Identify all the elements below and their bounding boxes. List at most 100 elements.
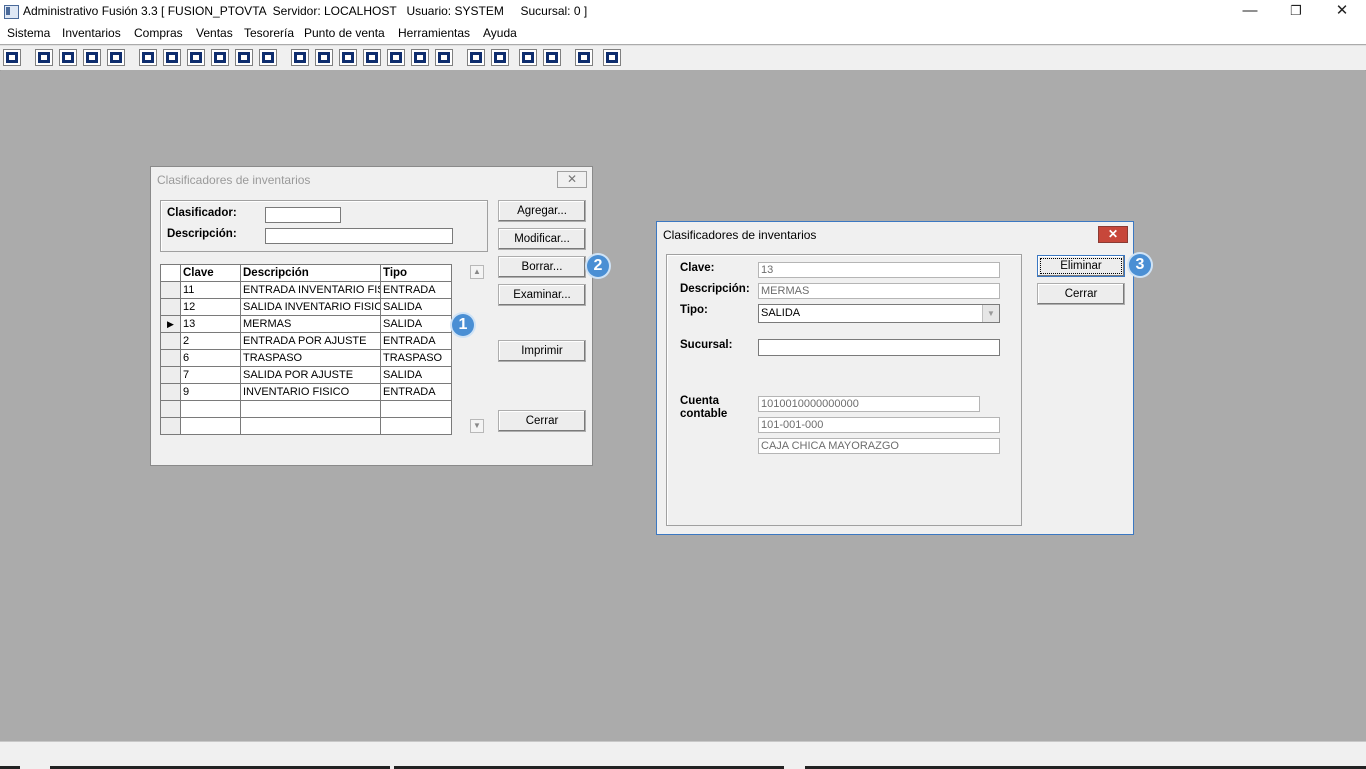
borrar-button[interactable]: Borrar...	[498, 256, 586, 278]
zoom-icon[interactable]	[491, 49, 509, 66]
cuenta-nombre-field[interactable]: CAJA CHICA MAYORAZGO	[758, 438, 1000, 454]
row-selector[interactable]	[160, 298, 181, 316]
cell-tipo[interactable]: SALIDA	[380, 298, 452, 316]
add-icon[interactable]	[363, 49, 381, 66]
cell-clave[interactable]: 11	[180, 281, 241, 299]
scroll-down-arrow[interactable]: ▼	[470, 419, 484, 433]
undo-icon[interactable]	[543, 49, 561, 66]
row-selector[interactable]	[160, 366, 181, 384]
row-selector[interactable]	[160, 400, 181, 418]
cell-descripcion[interactable]: TRASPASO	[240, 349, 381, 367]
user-icon[interactable]	[139, 49, 157, 66]
dollar-icon[interactable]	[387, 49, 405, 66]
cell-descripcion[interactable]: SALIDA POR AJUSTE	[240, 366, 381, 384]
cell-descripcion[interactable]	[240, 400, 381, 418]
clasificador-input[interactable]	[265, 207, 341, 223]
help-icon[interactable]	[603, 49, 621, 66]
table-row[interactable]: 12 SALIDA INVENTARIO FISIC SALIDA	[160, 298, 452, 316]
agregar-button[interactable]: Agregar...	[498, 200, 586, 222]
table-row[interactable]: ▶ 13 MERMAS SALIDA	[160, 315, 452, 333]
menu-inventarios[interactable]: Inventarios	[62, 26, 121, 40]
cell-clave[interactable]: 2	[180, 332, 241, 350]
cell-clave[interactable]: 7	[180, 366, 241, 384]
cell-clave[interactable]	[180, 400, 241, 418]
open-folder-icon[interactable]	[315, 49, 333, 66]
cell-tipo[interactable]: SALIDA	[380, 315, 452, 333]
cell-clave[interactable]	[180, 417, 241, 435]
printer-icon[interactable]	[211, 49, 229, 66]
cell-clave[interactable]: 12	[180, 298, 241, 316]
export-icon[interactable]	[339, 49, 357, 66]
examinar-button[interactable]: Examinar...	[498, 284, 586, 306]
menu-sistema[interactable]: Sistema	[7, 26, 50, 40]
cell-descripcion[interactable]: SALIDA INVENTARIO FISIC	[240, 298, 381, 316]
table-row[interactable]: 9 INVENTARIO FISICO ENTRADA	[160, 383, 452, 401]
row-selector[interactable]	[160, 349, 181, 367]
menu-compras[interactable]: Compras	[134, 26, 183, 40]
menu-ventas[interactable]: Ventas	[196, 26, 233, 40]
detail-cerrar-button[interactable]: Cerrar	[1037, 283, 1125, 305]
copy-icon[interactable]	[35, 49, 53, 66]
maximize-button[interactable]: ❐	[1273, 0, 1319, 24]
calc-icon[interactable]	[3, 49, 21, 66]
row-selector[interactable]	[160, 281, 181, 299]
menu-punto-de-venta[interactable]: Punto de venta	[304, 26, 385, 40]
back-arrow-icon[interactable]	[575, 49, 593, 66]
table-row[interactable]: 7 SALIDA POR AJUSTE SALIDA	[160, 366, 452, 384]
cell-tipo[interactable]: ENTRADA	[380, 332, 452, 350]
cell-clave[interactable]: 6	[180, 349, 241, 367]
cell-descripcion[interactable]: INVENTARIO FISICO	[240, 383, 381, 401]
list-icon[interactable]	[259, 49, 277, 66]
column-header-descripcion[interactable]: Descripción	[240, 264, 381, 282]
home-icon[interactable]	[467, 49, 485, 66]
row-selector[interactable]	[160, 417, 181, 435]
chevron-down-icon[interactable]: ▼	[982, 305, 999, 322]
table-row[interactable]: 6 TRASPASO TRASPASO	[160, 349, 452, 367]
column-header-clave[interactable]: Clave	[180, 264, 241, 282]
cell-descripcion[interactable]: ENTRADA INVENTARIO FIS:	[240, 281, 381, 299]
cuenta-numero-field[interactable]: 1010010000000000	[758, 396, 980, 412]
row-selector[interactable]	[160, 332, 181, 350]
menu-ayuda[interactable]: Ayuda	[483, 26, 517, 40]
menu-tesoreria[interactable]: Tesorería	[244, 26, 294, 40]
transfer-icon[interactable]	[83, 49, 101, 66]
tipo-select[interactable]: SALIDA ▼	[758, 304, 1000, 323]
refresh-icon[interactable]	[519, 49, 537, 66]
clipboard-icon[interactable]	[59, 49, 77, 66]
table-scrollbar[interactable]: ▲ ▼	[469, 264, 486, 436]
users-icon[interactable]	[291, 49, 309, 66]
minimize-button[interactable]: —	[1227, 0, 1273, 24]
sucursal-field[interactable]	[758, 339, 1000, 356]
imprimir-button[interactable]: Imprimir	[498, 340, 586, 362]
table-row[interactable]	[160, 400, 452, 418]
cell-tipo[interactable]: SALIDA	[380, 366, 452, 384]
cell-descripcion[interactable]: MERMAS	[240, 315, 381, 333]
cell-tipo[interactable]	[380, 417, 452, 435]
print-left-icon[interactable]	[187, 49, 205, 66]
folder-icon[interactable]	[163, 49, 181, 66]
clave-field[interactable]: 13	[758, 262, 1000, 278]
cell-tipo[interactable]: ENTRADA	[380, 383, 452, 401]
row-selector[interactable]	[160, 383, 181, 401]
table-row[interactable]	[160, 417, 452, 435]
detail-dialog-close-button[interactable]: ✕	[1098, 226, 1128, 243]
scroll-up-arrow[interactable]: ▲	[470, 265, 484, 279]
search-icon[interactable]	[107, 49, 125, 66]
clasificadores-table[interactable]: Clave Descripción Tipo 11 ENTRADA INVENTA…	[160, 264, 452, 435]
row-selector[interactable]: ▶	[160, 315, 181, 333]
menu-herramientas[interactable]: Herramientas	[398, 26, 470, 40]
list-dialog-close-button[interactable]: ✕	[557, 171, 587, 188]
cell-tipo[interactable]	[380, 400, 452, 418]
cell-clave[interactable]: 9	[180, 383, 241, 401]
cell-descripcion[interactable]	[240, 417, 381, 435]
cell-tipo[interactable]: TRASPASO	[380, 349, 452, 367]
modificar-button[interactable]: Modificar...	[498, 228, 586, 250]
list-cerrar-button[interactable]: Cerrar	[498, 410, 586, 432]
cell-clave[interactable]: 13	[180, 315, 241, 333]
column-header-tipo[interactable]: Tipo	[380, 264, 452, 282]
cuenta-codigo-field[interactable]: 101-001-000	[758, 417, 1000, 433]
descripcion-field[interactable]: MERMAS	[758, 283, 1000, 299]
close-button[interactable]: ✕	[1319, 0, 1365, 24]
descripcion-filter-input[interactable]	[265, 228, 453, 244]
report-icon[interactable]	[411, 49, 429, 66]
